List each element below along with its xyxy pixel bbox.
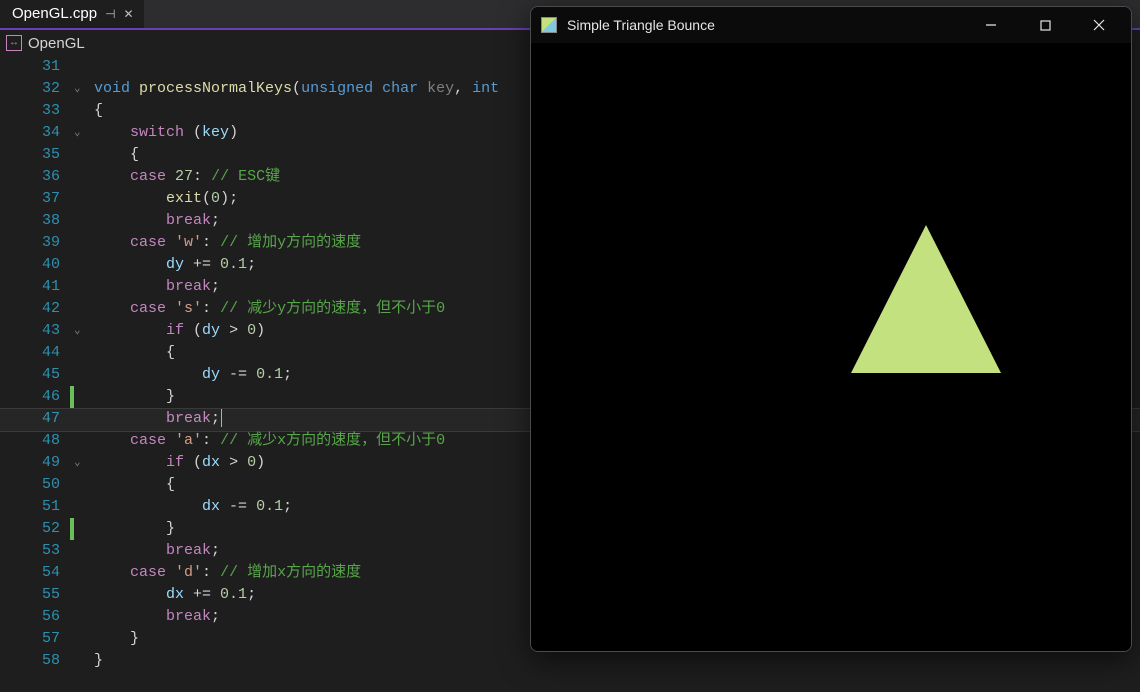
- line-number: 31: [0, 56, 60, 78]
- opengl-output-window[interactable]: Simple Triangle Bounce: [530, 6, 1132, 652]
- line-number: 48: [0, 430, 60, 452]
- line-number: 45: [0, 364, 60, 386]
- output-window-titlebar[interactable]: Simple Triangle Bounce: [531, 7, 1131, 43]
- line-number: 55: [0, 584, 60, 606]
- fold-toggle: [74, 584, 92, 606]
- fold-toggle: [74, 100, 92, 122]
- fold-toggle: [74, 276, 92, 298]
- fold-toggle: [74, 232, 92, 254]
- line-number: 32: [0, 78, 60, 100]
- fold-toggle: [74, 628, 92, 650]
- line-number: 53: [0, 540, 60, 562]
- maximize-button[interactable]: [1023, 10, 1067, 40]
- line-number-gutter: 3132333435363738394041424344454647484950…: [0, 56, 74, 692]
- fold-toggle: [74, 210, 92, 232]
- line-number: 35: [0, 144, 60, 166]
- fold-toggle: [74, 650, 92, 672]
- fold-toggle: [74, 254, 92, 276]
- fold-toggle[interactable]: ⌄: [74, 122, 92, 144]
- line-number: 37: [0, 188, 60, 210]
- pin-icon[interactable]: ⊣: [105, 7, 115, 21]
- fold-toggle: [74, 364, 92, 386]
- line-number: 42: [0, 298, 60, 320]
- fold-toggle: [74, 56, 92, 78]
- line-number: 40: [0, 254, 60, 276]
- fold-toggle: [74, 518, 92, 540]
- minimize-icon: [985, 19, 997, 31]
- line-number: 50: [0, 474, 60, 496]
- minimize-button[interactable]: [969, 10, 1013, 40]
- triangle-shape: [851, 225, 1001, 373]
- app-icon: [541, 17, 557, 33]
- fold-toggle[interactable]: ⌄: [74, 452, 92, 474]
- fold-toggle: [74, 496, 92, 518]
- output-window-title: Simple Triangle Bounce: [567, 17, 715, 33]
- maximize-icon: [1040, 20, 1051, 31]
- file-tab-active[interactable]: OpenGL.cpp ⊣ ✕: [0, 0, 144, 28]
- line-number: 43: [0, 320, 60, 342]
- file-tab-label: OpenGL.cpp: [12, 5, 97, 22]
- fold-toggle: [74, 298, 92, 320]
- fold-toggle: [74, 540, 92, 562]
- line-number: 57: [0, 628, 60, 650]
- line-number: 51: [0, 496, 60, 518]
- line-number: 46: [0, 386, 60, 408]
- line-number: 56: [0, 606, 60, 628]
- line-number: 38: [0, 210, 60, 232]
- change-marker: [70, 518, 74, 540]
- line-number: 47: [0, 408, 60, 430]
- fold-toggle: [74, 188, 92, 210]
- fold-toggle[interactable]: ⌄: [74, 320, 92, 342]
- fold-toggle: [74, 342, 92, 364]
- line-number: 52: [0, 518, 60, 540]
- change-marker: [70, 386, 74, 408]
- fold-toggle: [74, 166, 92, 188]
- fold-toggle: [74, 606, 92, 628]
- line-number: 41: [0, 276, 60, 298]
- fold-toggle: [74, 408, 92, 430]
- opengl-canvas: [531, 43, 1131, 651]
- close-icon: [1093, 19, 1105, 31]
- fold-toggle: [74, 562, 92, 584]
- fold-gutter[interactable]: ⌄ ⌄ ⌄ ⌄: [74, 56, 92, 692]
- fold-toggle[interactable]: ⌄: [74, 78, 92, 100]
- close-button[interactable]: [1077, 10, 1121, 40]
- line-number: 39: [0, 232, 60, 254]
- code-line[interactable]: }: [94, 650, 1140, 672]
- fold-toggle: [74, 430, 92, 452]
- breadcrumb-project[interactable]: OpenGL: [28, 35, 85, 52]
- line-number: 44: [0, 342, 60, 364]
- text-caret: [221, 409, 222, 427]
- line-number: 33: [0, 100, 60, 122]
- fold-toggle: [74, 386, 92, 408]
- fold-toggle: [74, 474, 92, 496]
- close-icon[interactable]: ✕: [124, 7, 134, 21]
- project-icon: ↔: [6, 35, 22, 51]
- line-number: 58: [0, 650, 60, 672]
- fold-toggle: [74, 144, 92, 166]
- line-number: 49: [0, 452, 60, 474]
- line-number: 36: [0, 166, 60, 188]
- line-number: 34: [0, 122, 60, 144]
- line-number: 54: [0, 562, 60, 584]
